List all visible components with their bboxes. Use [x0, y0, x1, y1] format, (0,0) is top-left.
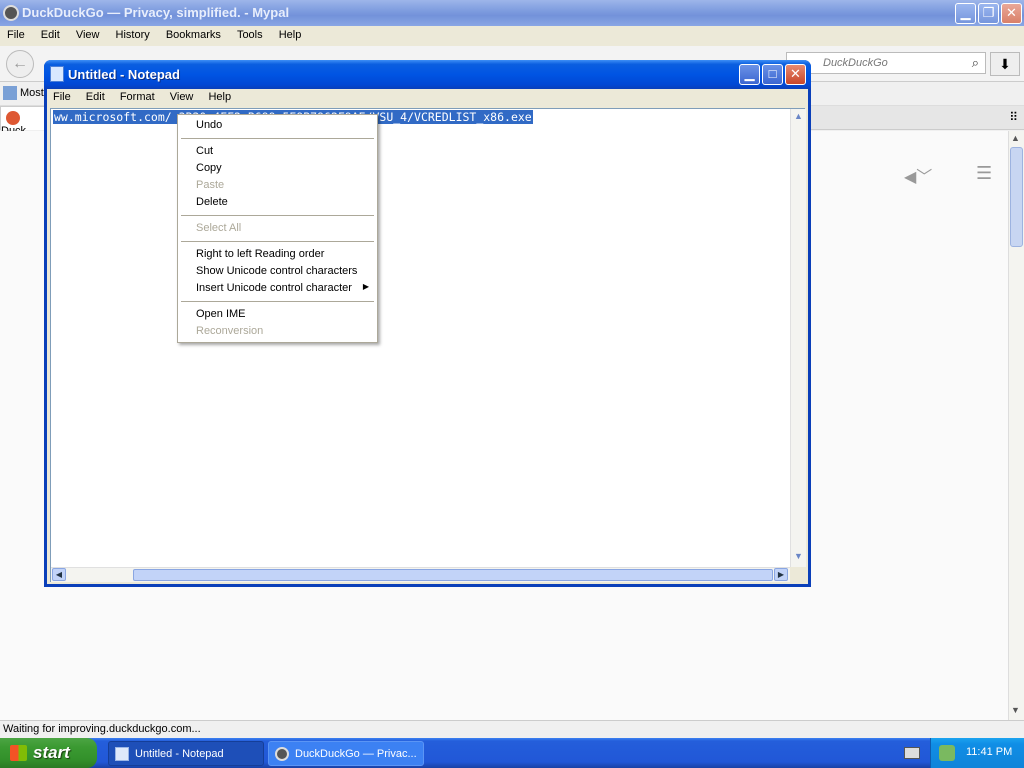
notepad-scroll-up-icon[interactable]: ▲	[794, 111, 803, 121]
download-button[interactable]: ⬇	[990, 52, 1020, 76]
browser-restore-button[interactable]: ❐	[978, 3, 999, 24]
menu-item-insert-unicode-label: Insert Unicode control character	[196, 282, 352, 294]
page-scrollbar[interactable]: ▲ ▼	[1008, 131, 1024, 720]
back-button[interactable]: ←	[6, 50, 34, 78]
notepad-title: Untitled - Notepad	[68, 67, 180, 82]
menu-item-paste: Paste	[196, 179, 225, 191]
search-placeholder: DuckDuckGo	[823, 57, 888, 69]
all-tabs-icon[interactable]: ⠿	[1009, 110, 1018, 124]
notepad-menu-edit[interactable]: Edit	[80, 89, 111, 103]
browser-menu-help[interactable]: Help	[272, 26, 308, 41]
taskbar-notepad-label: Untitled - Notepad	[135, 748, 224, 760]
system-tray: 11:41 PM	[930, 738, 1024, 768]
tab-duckduckgo[interactable]: Duck	[0, 106, 46, 137]
megaphone-icon[interactable]: ◀﹀	[904, 163, 932, 187]
browser-minimize-button[interactable]: ▁	[955, 3, 976, 24]
notepad-scroll-down-icon[interactable]: ▼	[794, 551, 803, 561]
menu-item-open-ime[interactable]: Open IME	[178, 306, 377, 323]
windows-flag-icon	[10, 745, 27, 761]
bookmark-most-visited[interactable]: Most	[3, 86, 44, 100]
menu-item-select-all: Select All	[196, 222, 242, 234]
taskbar-button-mypal[interactable]: DuckDuckGo — Privac...	[268, 741, 424, 766]
network-tray-icon[interactable]	[939, 745, 955, 761]
browser-title: DuckDuckGo — Privacy, simplified. - Mypa…	[22, 5, 290, 20]
browser-menubar: File Edit View History Bookmarks Tools H…	[0, 26, 1024, 46]
submenu-arrow-icon: ▶	[362, 282, 369, 291]
taskbar-button-notepad[interactable]: Untitled - Notepad	[108, 741, 264, 766]
notepad-scroll-right-icon[interactable]: ▶	[774, 568, 788, 581]
status-bar: Waiting for improving.duckduckgo.com...	[0, 720, 1024, 738]
clock[interactable]: 11:41 PM	[966, 746, 1012, 758]
notepad-title-bar[interactable]: Untitled - Notepad ▁ □ ✕	[44, 60, 811, 89]
mypal-app-icon	[3, 5, 19, 21]
menu-item-rtl-reading-order[interactable]: Right to left Reading order	[178, 246, 377, 263]
bookmark-label: Most	[20, 86, 44, 99]
scrollbar-thumb[interactable]	[1010, 147, 1023, 247]
menu-separator	[181, 301, 374, 302]
duckduckgo-favicon-icon	[6, 111, 20, 125]
menu-item-cut[interactable]: Cut	[178, 143, 377, 160]
browser-title-bar[interactable]: DuckDuckGo — Privacy, simplified. - Mypa…	[0, 0, 1024, 26]
menu-separator	[181, 138, 374, 139]
menu-item-reconversion: Reconversion	[196, 325, 264, 337]
menu-item-show-unicode-control[interactable]: Show Unicode control characters	[178, 263, 377, 280]
bookmark-folder-icon	[3, 86, 17, 100]
search-icon[interactable]: ⌕	[972, 55, 979, 71]
context-menu: Undo Cut Copy Paste Delete Select All Ri…	[177, 114, 378, 343]
browser-menu-bookmarks[interactable]: Bookmarks	[159, 26, 227, 41]
menu-separator	[181, 215, 374, 216]
start-button[interactable]: start	[0, 738, 97, 768]
browser-menu-history[interactable]: History	[109, 26, 156, 41]
taskbar-mypal-label: DuckDuckGo — Privac...	[295, 748, 417, 760]
notepad-menu-format[interactable]: Format	[114, 89, 161, 103]
notepad-close-button[interactable]: ✕	[785, 64, 806, 85]
menu-icon[interactable]: ☰	[976, 163, 992, 184]
start-label: start	[33, 743, 70, 762]
notepad-scroll-left-icon[interactable]: ◀	[52, 568, 66, 581]
menu-item-delete[interactable]: Delete	[178, 194, 377, 211]
notepad-vertical-scrollbar[interactable]: ▲ ▼	[790, 109, 806, 567]
notepad-menu-view[interactable]: View	[164, 89, 200, 103]
notepad-menubar: File Edit Format View Help	[47, 89, 808, 108]
browser-menu-edit[interactable]: Edit	[34, 26, 66, 41]
resize-grip-icon[interactable]	[790, 567, 806, 582]
notepad-text-area[interactable]: ww.microsoft.com/ 3B20-4FF2-B699-5E9B796…	[50, 108, 806, 582]
menu-item-undo[interactable]: Undo	[178, 117, 377, 134]
notepad-menu-file[interactable]: File	[47, 89, 77, 103]
mypal-taskbar-icon	[275, 747, 289, 761]
notepad-minimize-button[interactable]: ▁	[739, 64, 760, 85]
scroll-down-arrow-icon[interactable]: ▼	[1011, 705, 1020, 715]
browser-close-button[interactable]: ✕	[1001, 3, 1022, 24]
notepad-maximize-button[interactable]: □	[762, 64, 783, 85]
notepad-icon	[50, 66, 64, 82]
menu-separator	[181, 241, 374, 242]
notepad-menu-help[interactable]: Help	[202, 89, 237, 103]
taskbar: start Untitled - Notepad DuckDuckGo — Pr…	[0, 738, 1024, 768]
keyboard-layout-icon[interactable]	[904, 747, 920, 759]
notepad-window: Untitled - Notepad ▁ □ ✕ File Edit Forma…	[44, 60, 811, 587]
browser-menu-file[interactable]: File	[0, 26, 31, 41]
notepad-taskbar-icon	[115, 747, 129, 761]
notepad-hscroll-thumb[interactable]	[133, 569, 773, 581]
search-input[interactable]: DuckDuckGo ⌕	[786, 52, 986, 74]
browser-menu-tools[interactable]: Tools	[230, 26, 269, 41]
notepad-horizontal-scrollbar[interactable]: ◀ ▶	[51, 567, 790, 582]
scroll-up-arrow-icon[interactable]: ▲	[1011, 133, 1020, 143]
menu-item-copy[interactable]: Copy	[178, 160, 377, 177]
menu-item-insert-unicode-control[interactable]: Insert Unicode control character ▶	[178, 280, 377, 297]
browser-menu-view[interactable]: View	[69, 26, 106, 41]
